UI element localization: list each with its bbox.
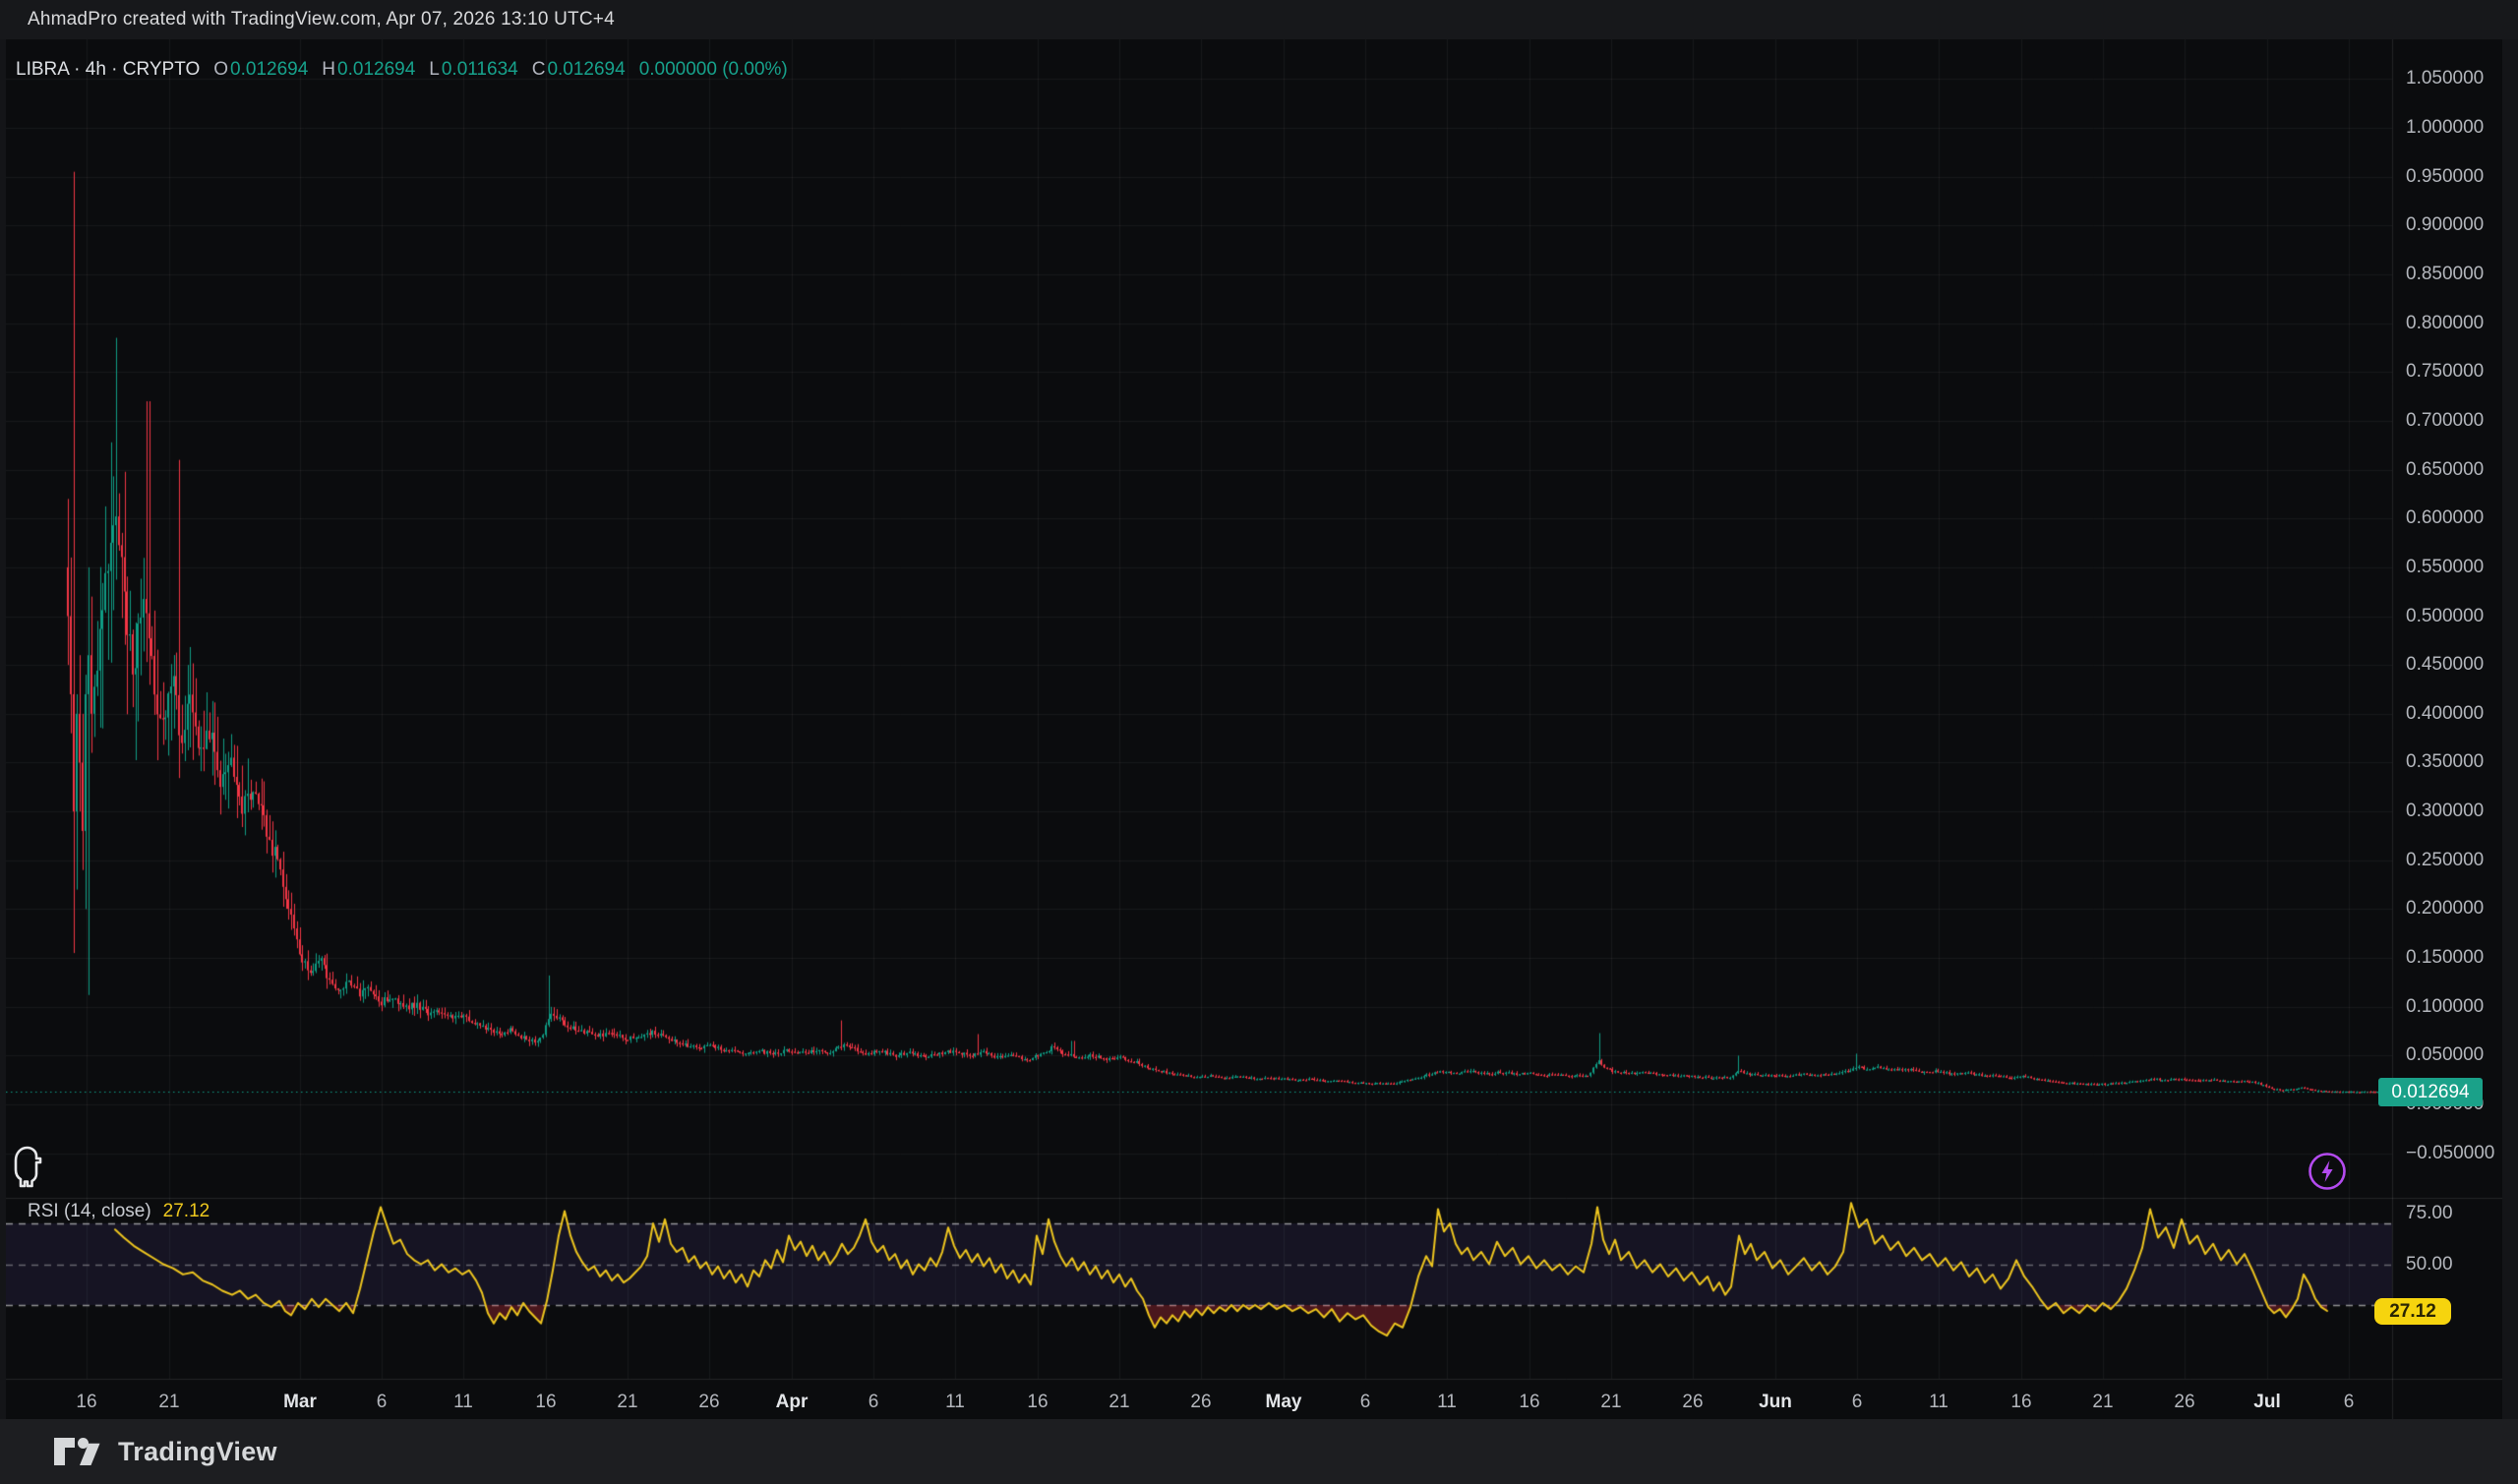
price-axis-label: 1.050000 xyxy=(2406,68,2484,89)
time-axis-label: 16 xyxy=(2010,1392,2031,1413)
time-axis-label: 26 xyxy=(1682,1392,1703,1413)
time-axis-label: 16 xyxy=(1027,1392,1048,1413)
lightning-boost-icon[interactable] xyxy=(2307,1151,2348,1192)
time-axis-label: 6 xyxy=(2344,1392,2355,1413)
price-axis-label: 0.450000 xyxy=(2406,654,2484,676)
price-axis-label: 0.400000 xyxy=(2406,703,2484,725)
price-axis-label: 0.200000 xyxy=(2406,898,2484,920)
last-price-badge: 0.012694 xyxy=(2378,1078,2483,1106)
time-axis-label: 26 xyxy=(2174,1392,2194,1413)
ohlc-close: C0.012694 xyxy=(532,59,626,81)
price-axis-label: 0.950000 xyxy=(2406,166,2484,188)
price-axis-label: 0.150000 xyxy=(2406,947,2484,969)
time-axis-label: 6 xyxy=(869,1392,879,1413)
price-axis-label: 0.700000 xyxy=(2406,410,2484,432)
time-axis-label: 21 xyxy=(617,1392,637,1413)
price-axis-label: 0.100000 xyxy=(2406,996,2484,1018)
time-axis-label: 11 xyxy=(1437,1392,1457,1413)
ohlc-low: L0.011634 xyxy=(429,59,517,81)
time-axis-label: May xyxy=(1266,1392,1302,1413)
price-axis-label: 0.350000 xyxy=(2406,751,2484,773)
rsi-axis-label: 50.00 xyxy=(2406,1254,2453,1276)
time-axis-label: 16 xyxy=(535,1392,556,1413)
time-axis-label: 11 xyxy=(1929,1392,1948,1413)
brand-wordmark[interactable]: TradingView xyxy=(118,1437,277,1467)
chart-area xyxy=(6,39,2502,1419)
footer-bar: TradingView xyxy=(0,1419,2518,1484)
time-axis-label: 16 xyxy=(76,1392,96,1413)
price-axis-label: 1.000000 xyxy=(2406,117,2484,139)
time-axis-label: 16 xyxy=(1519,1392,1539,1413)
price-axis-label: −0.050000 xyxy=(2406,1143,2494,1164)
time-axis-label: Mar xyxy=(283,1392,317,1413)
time-axis-label: 26 xyxy=(698,1392,719,1413)
price-axis-label: 0.850000 xyxy=(2406,264,2484,285)
time-axis-label: 6 xyxy=(1852,1392,1863,1413)
change-value: 0.000000 (0.00%) xyxy=(639,59,788,81)
time-axis-label: 6 xyxy=(1360,1392,1371,1413)
rsi-legend[interactable]: RSI (14, close) 27.12 xyxy=(28,1201,210,1222)
symbol-legend[interactable]: LIBRA · 4h · CRYPTO O0.012694 H0.012694 … xyxy=(16,59,788,81)
snapshot-header: AhmadPro created with TradingView.com, A… xyxy=(0,0,2518,39)
price-axis-label: 0.650000 xyxy=(2406,459,2484,481)
time-axis-label: 26 xyxy=(1190,1392,1211,1413)
dino-icon xyxy=(12,1143,45,1188)
time-axis-label: 21 xyxy=(158,1392,179,1413)
price-axis-label: 0.050000 xyxy=(2406,1044,2484,1066)
price-axis-label: 0.550000 xyxy=(2406,557,2484,578)
price-axis-label: 0.900000 xyxy=(2406,214,2484,236)
time-axis-label: 21 xyxy=(1109,1392,1129,1413)
attribution-text: AhmadPro created with TradingView.com, A… xyxy=(28,9,615,30)
time-axis-label: 11 xyxy=(453,1392,473,1413)
tradingview-logo[interactable] xyxy=(53,1437,102,1466)
tradingview-snapshot: AhmadPro created with TradingView.com, A… xyxy=(0,0,2518,1484)
price-axis-label: 0.300000 xyxy=(2406,801,2484,822)
time-axis-label: 11 xyxy=(945,1392,965,1413)
time-axis-label: Jun xyxy=(1759,1392,1792,1413)
time-axis-label: Jul xyxy=(2253,1392,2280,1413)
symbol-title: LIBRA · 4h · CRYPTO xyxy=(16,59,200,81)
rsi-value-badge: 27.12 xyxy=(2374,1298,2451,1325)
rsi-axis-label: 75.00 xyxy=(2406,1203,2453,1224)
price-axis-label: 0.800000 xyxy=(2406,313,2484,334)
ohlc-open: O0.012694 xyxy=(213,59,308,81)
price-axis-label: 0.250000 xyxy=(2406,850,2484,871)
price-axis-label: 0.600000 xyxy=(2406,507,2484,529)
price-axis-label: 0.750000 xyxy=(2406,361,2484,383)
time-axis-label: Apr xyxy=(776,1392,809,1413)
chart-canvas[interactable] xyxy=(6,39,2502,1419)
rsi-value: 27.12 xyxy=(163,1201,210,1222)
time-axis-label: 21 xyxy=(1600,1392,1621,1413)
rsi-title: RSI (14, close) xyxy=(28,1201,151,1222)
time-axis-label: 6 xyxy=(377,1392,388,1413)
price-axis-label: 0.500000 xyxy=(2406,606,2484,627)
time-axis-label: 21 xyxy=(2092,1392,2113,1413)
ohlc-high: H0.012694 xyxy=(322,59,415,81)
